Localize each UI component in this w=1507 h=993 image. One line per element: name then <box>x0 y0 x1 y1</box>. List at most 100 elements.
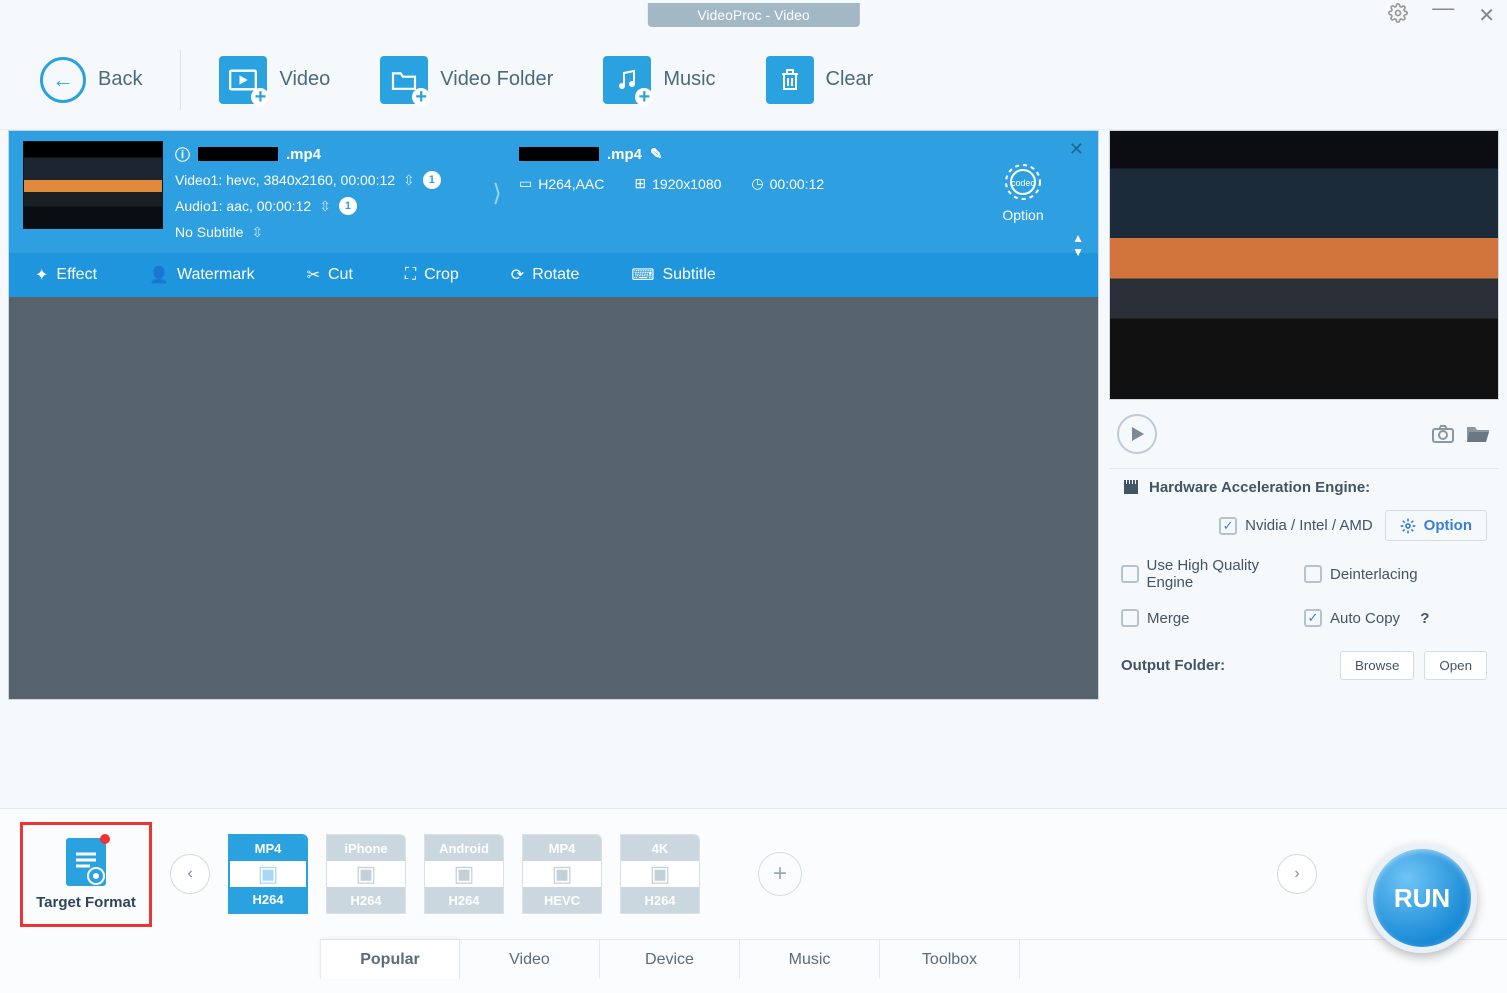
rotate-icon: ⟳ <box>511 265 524 285</box>
hw-option-button[interactable]: Option <box>1385 510 1487 541</box>
back-button[interactable]: ← Back <box>20 49 162 111</box>
open-button[interactable]: Open <box>1424 651 1487 680</box>
item-output-meta: .mp4 ✎ ▭H264,AAC ⊞1920x1080 ◷00:00:12 <box>519 141 1084 245</box>
add-music-button[interactable]: Music <box>583 48 735 112</box>
film-icon: ▣ <box>523 861 601 887</box>
tab-video[interactable]: Video <box>460 940 600 979</box>
film-icon: ▣ <box>621 861 699 887</box>
deinterlacing-checkbox[interactable]: Deinterlacing <box>1304 557 1487 591</box>
video-plus-icon <box>219 56 267 104</box>
codec-option-button[interactable]: codec Option <box>1002 161 1044 223</box>
preview-image <box>1109 130 1499 400</box>
chip-icon <box>1121 480 1141 496</box>
cut-icon: ✂ <box>307 265 320 285</box>
add-video-button[interactable]: Video <box>199 48 350 112</box>
settings-panel: Hardware Acceleration Engine: Nvidia / I… <box>1109 468 1499 680</box>
merge-checkbox[interactable]: Merge <box>1121 609 1304 627</box>
format-cards: MP4▣H264 iPhone▣H264 Android▣H264 MP4▣HE… <box>228 834 700 914</box>
rotate-tab[interactable]: ⟳Rotate <box>485 253 606 297</box>
tab-music[interactable]: Music <box>740 940 880 979</box>
minimize-icon[interactable]: — <box>1432 3 1454 28</box>
cut-tab[interactable]: ✂Cut <box>281 253 379 297</box>
add-folder-button[interactable]: Video Folder <box>360 48 573 112</box>
clear-label: Clear <box>826 68 874 91</box>
watermark-tab[interactable]: 👤Watermark <box>123 253 281 297</box>
tab-device[interactable]: Device <box>600 940 740 979</box>
info-icon[interactable]: ⓘ <box>175 144 190 165</box>
film-icon: ▣ <box>425 861 503 887</box>
toolbar: ← Back Video Video Folder Music Clear <box>0 30 1507 130</box>
watermark-icon: 👤 <box>149 265 169 285</box>
effect-icon: ✦ <box>35 265 48 285</box>
output-folder-label: Output Folder: <box>1121 657 1330 674</box>
codec-icon: ▭ <box>519 175 532 192</box>
tab-toolbox[interactable]: Toolbox <box>880 940 1020 979</box>
crop-tab[interactable]: ⛶Crop <box>379 253 485 297</box>
help-icon[interactable]: ? <box>1420 610 1429 627</box>
file-list: ⓘ .mp4 Video1: hevc, 3840x2160, 00:00:12… <box>8 130 1099 700</box>
format-card-mp4-hevc[interactable]: MP4▣HEVC <box>522 834 602 914</box>
resolution-icon: ⊞ <box>634 175 646 192</box>
film-icon: ▣ <box>327 861 405 887</box>
trash-icon <box>766 56 814 104</box>
category-tabs: Popular Video Device Music Toolbox <box>320 939 1507 979</box>
preview-controls <box>1109 410 1499 458</box>
remove-item-icon[interactable]: ✕ <box>1069 139 1084 160</box>
play-button[interactable] <box>1117 414 1157 454</box>
audio-stepper-icon[interactable]: ⇳ <box>319 198 331 215</box>
formats-next-button[interactable]: › <box>1277 854 1317 894</box>
settings-icon[interactable] <box>1388 3 1408 28</box>
main-area: ⓘ .mp4 Video1: hevc, 3840x2160, 00:00:12… <box>0 130 1507 700</box>
clock-icon: ◷ <box>751 175 763 192</box>
output-ext: .mp4 <box>607 146 642 163</box>
input-filename-redacted <box>198 147 278 161</box>
target-format-button[interactable]: Target Format <box>20 822 152 927</box>
browse-button[interactable]: Browse <box>1340 651 1414 680</box>
subtitle-stepper-icon[interactable]: ⇳ <box>251 224 263 241</box>
autocopy-checkbox[interactable]: Auto Copy ? <box>1304 609 1487 627</box>
add-format-button[interactable]: + <box>758 852 802 896</box>
audio-stream-info: Audio1: aac, 00:00:12 <box>175 198 311 214</box>
music-plus-icon <box>603 56 651 104</box>
video-stepper-icon[interactable]: ⇳ <box>403 172 415 189</box>
music-label: Music <box>663 68 715 91</box>
subtitle-tab[interactable]: ⌨Subtitle <box>605 253 741 297</box>
option-label: Option <box>1002 207 1044 223</box>
item-thumbnail <box>23 141 163 229</box>
crop-icon: ⛶ <box>405 266 416 284</box>
video-track-badge: 1 <box>423 171 441 189</box>
clear-button[interactable]: Clear <box>746 48 894 112</box>
run-button[interactable]: RUN <box>1367 843 1477 953</box>
effect-tab[interactable]: ✦Effect <box>9 253 123 297</box>
titlebar: VideoProc - Video — ✕ <box>0 0 1507 30</box>
gear-icon <box>1400 518 1416 534</box>
video-stream-info: Video1: hevc, 3840x2160, 00:00:12 <box>175 172 395 188</box>
close-icon[interactable]: ✕ <box>1478 3 1495 28</box>
open-folder-icon[interactable] <box>1465 424 1491 444</box>
output-codec: H264,AAC <box>538 176 604 192</box>
back-label: Back <box>98 68 142 91</box>
formats-prev-button[interactable]: ‹ <box>170 854 210 894</box>
hw-title: Hardware Acceleration Engine: <box>1149 479 1370 496</box>
item-input-meta: ⓘ .mp4 Video1: hevc, 3840x2160, 00:00:12… <box>175 141 475 245</box>
format-card-mp4-h264[interactable]: MP4▣H264 <box>228 834 308 914</box>
edit-name-icon[interactable]: ✎ <box>650 145 663 163</box>
item-edit-tabs: ✦Effect 👤Watermark ✂Cut ⛶Crop ⟳Rotate ⌨S… <box>9 253 1098 297</box>
output-filename-redacted <box>519 147 599 161</box>
folder-label: Video Folder <box>440 68 553 91</box>
bottom-bar: Target Format ‹ MP4▣H264 iPhone▣H264 And… <box>0 808 1507 993</box>
subtitle-info: No Subtitle <box>175 224 243 240</box>
arrow-icon: ⟩ <box>487 141 507 245</box>
format-card-iphone[interactable]: iPhone▣H264 <box>326 834 406 914</box>
preview-column: Hardware Acceleration Engine: Nvidia / I… <box>1109 130 1499 700</box>
hq-engine-checkbox[interactable]: Use High Quality Engine <box>1121 557 1304 591</box>
tab-popular[interactable]: Popular <box>320 940 460 979</box>
snapshot-icon[interactable] <box>1431 424 1455 444</box>
folder-plus-icon <box>380 56 428 104</box>
output-resolution: 1920x1080 <box>652 176 721 192</box>
hw-accel-checkbox[interactable]: Nvidia / Intel / AMD <box>1219 517 1373 535</box>
video-item[interactable]: ⓘ .mp4 Video1: hevc, 3840x2160, 00:00:12… <box>9 131 1098 297</box>
reorder-arrows[interactable]: ▲▼ <box>1072 231 1084 259</box>
format-card-android[interactable]: Android▣H264 <box>424 834 504 914</box>
format-card-4k[interactable]: 4K▣H264 <box>620 834 700 914</box>
